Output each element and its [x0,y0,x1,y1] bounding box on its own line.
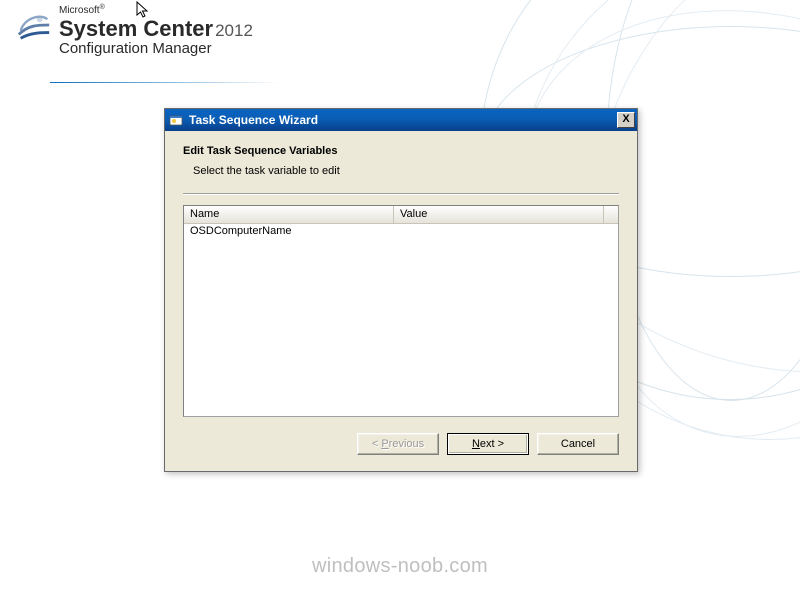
watermark-text: windows-noob.com [0,555,800,578]
vendor-label: Microsoft® [59,4,253,16]
column-header-value[interactable]: Value [394,206,604,223]
variables-listview[interactable]: Name Value OSDComputerName [183,205,619,417]
close-button[interactable]: X [617,112,635,128]
wizard-button-row: < Previous Next > Cancel [183,433,619,455]
product-name: System Center2012 [59,16,253,42]
dialog-title: Task Sequence Wizard [189,113,617,127]
system-center-logo-icon [15,6,53,44]
divider [183,193,619,195]
cancel-button[interactable]: Cancel [537,433,619,455]
section-instruction: Select the task variable to edit [193,165,619,177]
mouse-cursor-icon [136,1,150,24]
variable-name-cell: OSDComputerName [184,224,394,240]
section-heading: Edit Task Sequence Variables [183,145,619,157]
branding-divider [50,82,280,83]
dialog-titlebar[interactable]: Task Sequence Wizard X [165,109,637,131]
list-item[interactable]: OSDComputerName [184,224,618,240]
wizard-icon [169,113,183,127]
column-header-name[interactable]: Name [184,206,394,223]
variable-value-cell [394,224,618,240]
product-subtitle: Configuration Manager [59,40,253,57]
column-header-spacer [604,206,618,223]
branding-header: Microsoft® System Center2012 Configurati… [15,4,253,57]
previous-button: < Previous [357,433,439,455]
task-sequence-wizard-dialog: Task Sequence Wizard X Edit Task Sequenc… [164,108,638,472]
next-button[interactable]: Next > [447,433,529,455]
listview-header: Name Value [184,206,618,224]
